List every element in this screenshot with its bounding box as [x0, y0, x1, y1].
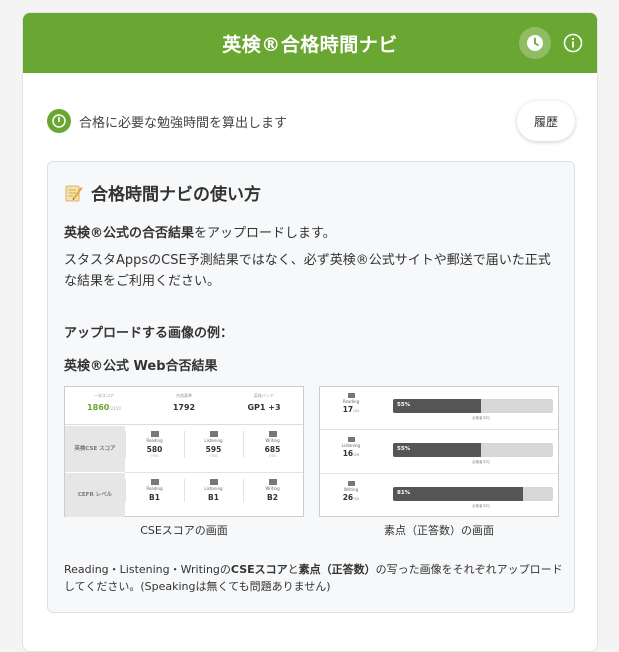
cse-total-score: 一次スコア 1860/2150: [87, 393, 121, 412]
howto-warning-text: スタスタAppsのCSE予測結果ではなく、必ず英検®公式サイトや郵送で届いた正式…: [64, 253, 551, 289]
main-card: 英検®合格時間ナビ 合格に必要な勉強時間を算出します 履歴 合格時間ナビの使い方…: [22, 12, 598, 652]
cefr-row-label: CEFR レベル: [65, 473, 125, 517]
raw-score-sample-image: Reading 17/31 55% 合格者平均 Listening 16/29 55…: [319, 386, 559, 517]
raw-bar-fill: 55%: [393, 399, 481, 413]
cse-summary-row: 一次スコア 1860/2150 合格基準 1792 英検バンド GP1 +3: [65, 387, 303, 425]
cefr-writing-cell: Writing B2: [243, 479, 301, 502]
official-result-emphasis: 英検®公式の合否結果: [64, 226, 195, 241]
raw-bar-fill: 81%: [393, 487, 523, 501]
upload-instructions: Reading・Listening・WritingのCSEスコアと素点（正答数）…: [64, 563, 563, 593]
history-clock-button[interactable]: [519, 27, 551, 59]
app-header: 英検®合格時間ナビ: [23, 13, 597, 73]
info-button[interactable]: [557, 27, 589, 59]
howto-title: 合格時間ナビの使い方: [64, 180, 261, 205]
raw-reading-row: Reading 17/31 55% 合格者平均: [320, 387, 558, 430]
upload-example-heading: アップロードする画像の例：: [64, 326, 234, 341]
howto-step-text: 英検®公式の合否結果をアップロードします。: [64, 222, 336, 241]
cse-score-row-label: 英検CSE スコア: [65, 426, 125, 472]
raw-writing-row: Writing 26/32 81% 合格者平均: [320, 475, 558, 518]
app-title: 英検®合格時間ナビ: [222, 33, 398, 56]
web-result-heading: 英検®公式 Web合否結果: [64, 359, 218, 374]
raw-sample-caption: 素点（正答数）の画面: [384, 524, 494, 537]
cse-writing-cell: Writing 685/750: [243, 431, 301, 458]
cse-sample-caption: CSEスコアの画面: [140, 524, 228, 537]
raw-bar-fill: 55%: [393, 443, 481, 457]
howto-panel: 合格時間ナビの使い方 英検®公式の合否結果をアップロードします。 スタスタApp…: [47, 161, 575, 613]
memo-icon: [65, 185, 83, 201]
cse-listening-cell: Listening 595/750: [184, 431, 242, 458]
subheader-text: 合格に必要な勉強時間を算出します: [79, 115, 288, 131]
cse-band: 英検バンド GP1 +3: [247, 393, 281, 412]
cse-pass-line: 合格基準 1792: [172, 393, 196, 412]
howto-step-rest: をアップロードします。: [194, 226, 336, 241]
raw-listening-row: Listening 16/29 55% 合格者平均: [320, 431, 558, 474]
history-button[interactable]: 履歴: [517, 101, 575, 141]
clock-icon: [527, 35, 543, 51]
cefr-listening-cell: Listening B1: [184, 479, 242, 502]
timer-icon: [47, 109, 71, 133]
info-icon: [563, 33, 583, 53]
howto-title-text: 合格時間ナビの使い方: [91, 185, 261, 205]
cefr-reading-cell: Reading B1: [125, 479, 183, 502]
cse-score-sample-image: 一次スコア 1860/2150 合格基準 1792 英検バンド GP1 +3 英…: [64, 386, 304, 517]
cse-reading-cell: Reading 580/750: [125, 431, 183, 458]
subheader-row: 合格に必要な勉強時間を算出します 履歴: [47, 101, 575, 141]
